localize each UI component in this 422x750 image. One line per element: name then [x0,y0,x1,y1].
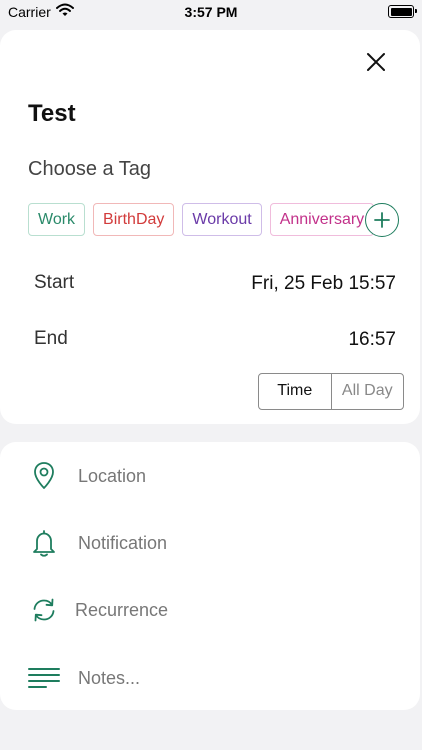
add-tag-button[interactable] [365,203,399,237]
end-label: End [34,328,68,349]
time-option[interactable]: Time [259,374,332,409]
tag-heading: Choose a Tag [28,158,152,180]
battery-icon [388,5,417,18]
bell-icon [33,530,55,557]
tag-anniversary[interactable]: Anniversary [269,203,375,236]
notes-row[interactable]: Notes... [0,650,420,706]
close-button[interactable] [364,50,388,74]
map-pin-icon [34,462,54,489]
tag-birthday[interactable]: BirthDay [93,203,175,236]
start-label: Start [34,272,75,293]
notification-label: Notification [78,533,168,553]
close-icon [367,53,385,71]
recurrence-label: Recurrence [75,600,169,620]
time-mode-toggle: Time All Day [258,373,404,410]
end-time[interactable]: 16:57 [348,329,396,351]
refresh-icon [33,598,55,622]
tag-workout[interactable]: Workout [182,203,262,236]
notification-row[interactable]: Notification [0,515,420,571]
start-datetime[interactable]: Fri, 25 Feb 15:57 [251,273,396,295]
status-time: 3:57 PM [184,4,238,20]
event-details-card: Test Choose a Tag Work BirthDay Workout Ann… [0,30,420,424]
event-options-card: Location Notification Recurrence Notes..… [0,442,420,710]
notes-input[interactable]: Notes... [78,668,140,689]
plus-circle-icon [374,212,390,228]
tag-list: Work BirthDay Workout Anniversary [28,203,388,237]
recurrence-row[interactable]: Recurrence [0,582,420,638]
all-day-option[interactable]: All Day [332,374,404,409]
event-title[interactable]: Test [28,100,76,128]
lines-icon [28,668,60,688]
status-bar: Carrier 3:57 PM [0,0,422,26]
tag-work[interactable]: Work [28,203,86,236]
location-label: Location [78,466,147,486]
location-row[interactable]: Location [0,448,420,504]
